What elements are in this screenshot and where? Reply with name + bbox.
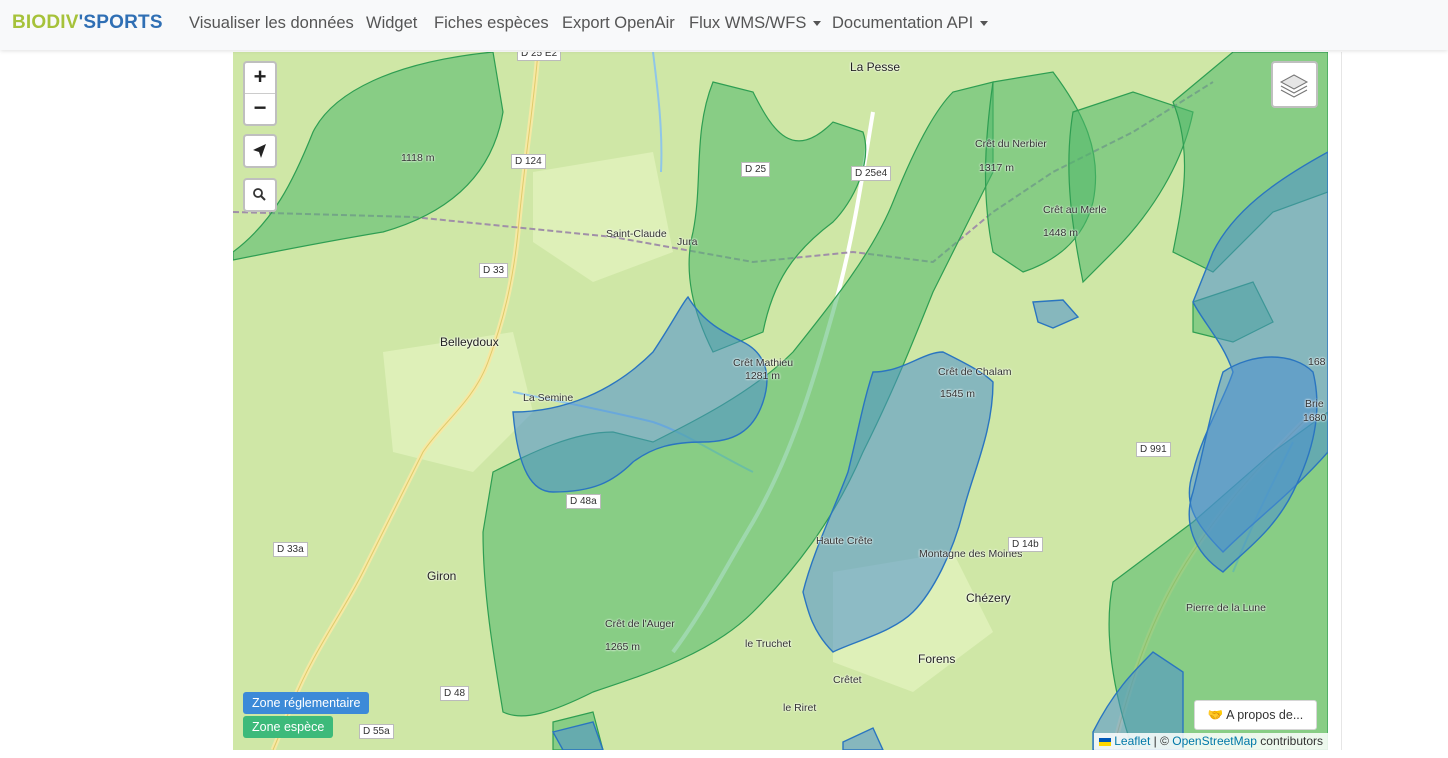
peak-label: 1118 m bbox=[401, 152, 435, 164]
road-label: D 48 bbox=[440, 686, 470, 701]
zoom-out-button[interactable]: − bbox=[245, 94, 275, 124]
locate-button[interactable] bbox=[243, 134, 277, 168]
chevron-down-icon bbox=[813, 21, 822, 27]
place-label: Saint-Claude bbox=[606, 228, 667, 240]
place-label: Belleydoux bbox=[440, 335, 499, 349]
nav-fiches-especes[interactable]: Fiches espèces bbox=[434, 14, 549, 33]
legend-zone-espece: Zone espèce bbox=[243, 716, 334, 738]
road-label: D 991 bbox=[1136, 442, 1171, 457]
nav-widget[interactable]: Widget bbox=[366, 14, 417, 33]
brand-logo[interactable]: BIODIV'SPORTS bbox=[12, 12, 163, 34]
place-label: Brie bbox=[1305, 398, 1324, 410]
content-border bbox=[1341, 52, 1342, 750]
magnifier-icon bbox=[253, 188, 266, 201]
nav-documentation-api[interactable]: Documentation API bbox=[832, 14, 989, 33]
road-label: D 55a bbox=[359, 724, 394, 739]
place-label: Crêtet bbox=[833, 674, 862, 686]
place-label: Forens bbox=[918, 652, 956, 666]
peak-label: 1265 m bbox=[605, 641, 641, 653]
peak-label: 1281 m bbox=[745, 370, 781, 382]
zoom-in-button[interactable]: + bbox=[245, 63, 275, 93]
nav-doc-label: Documentation API bbox=[832, 14, 974, 32]
map-container[interactable]: D 25 E2 La Pesse 1118 m D 124 D 25 D 25e… bbox=[233, 52, 1328, 750]
place-label: Chézery bbox=[966, 591, 1011, 605]
peak-label: 1545 m bbox=[940, 388, 976, 400]
road-label: D 25 E2 bbox=[517, 52, 562, 61]
about-button[interactable]: 🤝 A propos de... bbox=[1194, 700, 1317, 730]
zoom-control: + − bbox=[243, 61, 277, 126]
about-button-label: A propos de... bbox=[1226, 708, 1304, 722]
road-label: D 33 bbox=[479, 263, 509, 278]
layers-button[interactable] bbox=[1271, 61, 1318, 108]
place-label: Jura bbox=[677, 236, 698, 248]
brand-text-part1: BIODIV bbox=[12, 12, 79, 33]
chevron-down-icon bbox=[980, 21, 989, 27]
place-label: 1680 m bbox=[1303, 412, 1328, 424]
place-label: Giron bbox=[427, 569, 457, 583]
top-navbar: BIODIV'SPORTS Visualiser les données Wid… bbox=[0, 0, 1448, 50]
peak-label: Crêt Mathieu bbox=[733, 357, 794, 369]
legend-zone-reglementaire: Zone réglementaire bbox=[243, 692, 370, 714]
place-label: La Pesse bbox=[850, 60, 901, 74]
ukraine-flag-icon bbox=[1099, 737, 1112, 746]
nav-visualiser[interactable]: Visualiser les données bbox=[189, 14, 354, 33]
peak-label: Crêt de l'Auger bbox=[605, 618, 675, 630]
river-label: La Semine bbox=[523, 392, 574, 404]
osm-link[interactable]: OpenStreetMap bbox=[1172, 734, 1257, 748]
handshake-icon: 🤝 bbox=[1207, 708, 1224, 722]
map-attribution: Leaflet | © OpenStreetMap contributors bbox=[1094, 733, 1328, 750]
road-label: D 25 bbox=[741, 162, 771, 177]
place-label: Montagne des Moines bbox=[919, 548, 1023, 560]
place-label: le Riret bbox=[783, 702, 817, 714]
road-label: D 124 bbox=[511, 154, 546, 169]
peak-label: 1317 m bbox=[979, 162, 1015, 174]
brand-text-part2: 'SPORTS bbox=[78, 12, 163, 33]
nav-flux-wms-wfs[interactable]: Flux WMS/WFS bbox=[689, 14, 822, 33]
road-label: D 48a bbox=[566, 494, 601, 509]
attribution-suffix: contributors bbox=[1256, 734, 1323, 748]
place-label: Haute Crête bbox=[816, 535, 873, 547]
place-label: le Truchet bbox=[745, 638, 792, 650]
nav-flux-label: Flux WMS/WFS bbox=[689, 14, 807, 32]
peak-label: 1448 m bbox=[1043, 227, 1079, 239]
road-label: D 25e4 bbox=[851, 166, 892, 181]
peak-label: Crêt au Merle bbox=[1043, 204, 1107, 216]
place-label: Pierre de la Lune bbox=[1186, 602, 1266, 614]
layers-icon bbox=[1279, 74, 1309, 98]
attribution-separator: | © bbox=[1150, 734, 1173, 748]
search-button[interactable] bbox=[243, 178, 277, 212]
road-label: D 14b bbox=[1008, 537, 1043, 552]
peak-label: Crêt du Nerbier bbox=[975, 138, 1047, 150]
road-label: D 33a bbox=[273, 542, 308, 557]
leaflet-link[interactable]: Leaflet bbox=[1114, 734, 1150, 748]
peak-label: Crêt de Chalam bbox=[938, 366, 1012, 378]
place-label: 168 bbox=[1308, 356, 1326, 368]
nav-export-openair[interactable]: Export OpenAir bbox=[562, 14, 675, 33]
location-arrow-icon bbox=[253, 144, 266, 158]
